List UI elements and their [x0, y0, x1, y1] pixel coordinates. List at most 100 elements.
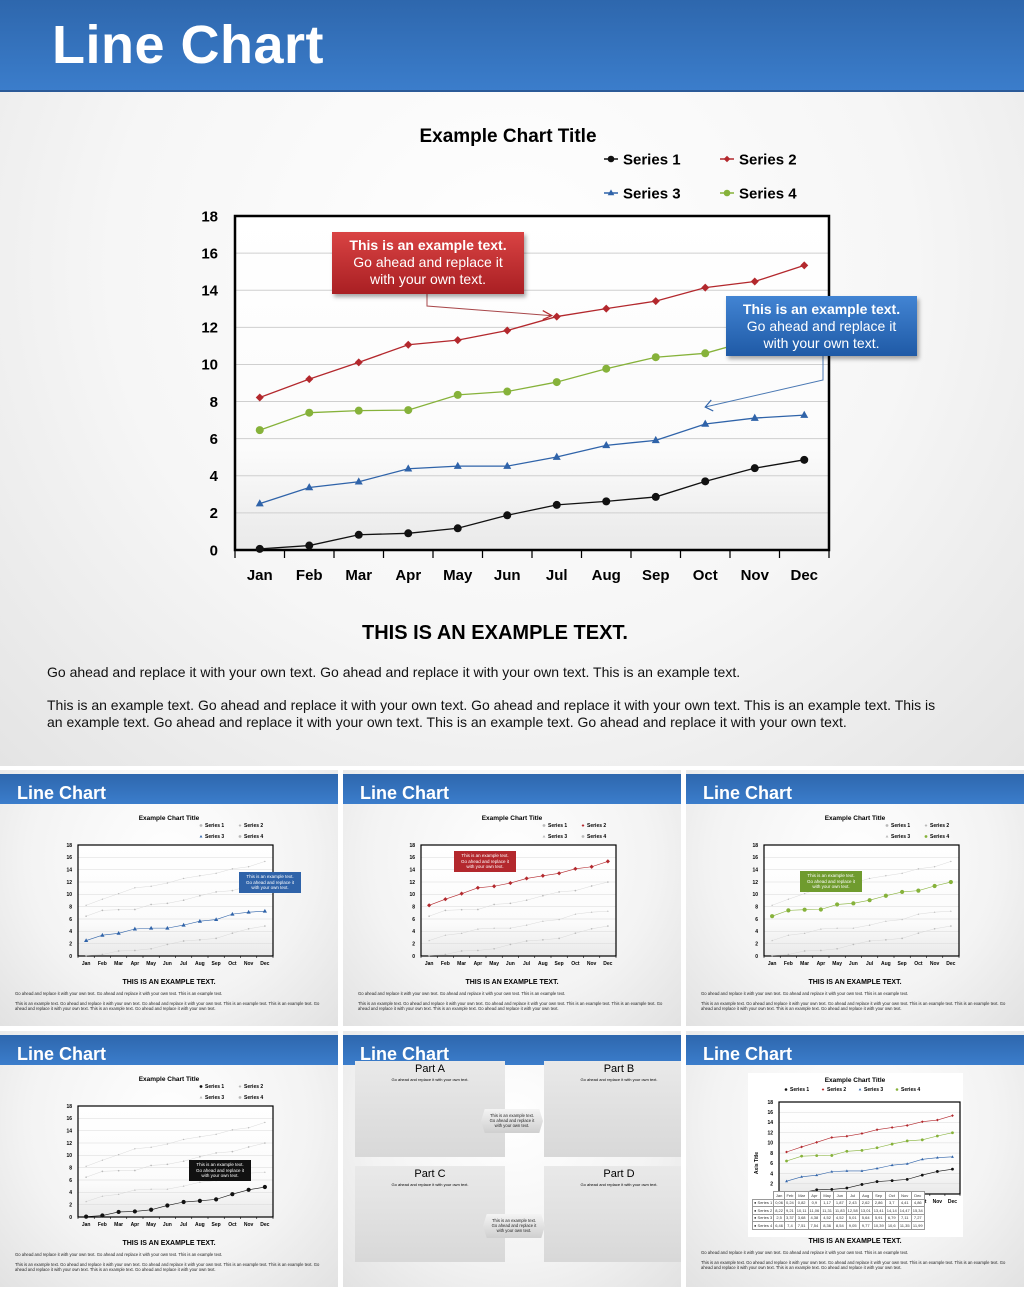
y-tick-label: 14: [409, 867, 415, 873]
series-1-point: [771, 954, 773, 957]
thumbnail-paragraph-2: This is an example text. Go ahead and re…: [358, 1001, 663, 1011]
y-tick-label: 12: [752, 880, 758, 886]
x-tick-label: Feb: [98, 1222, 107, 1228]
thumbnail-slide-1[interactable]: Line Chart Example Chart Title Series 1 Ser…: [0, 770, 338, 1026]
y-tick-label: 16: [66, 1116, 72, 1122]
part-panel-d: Part D Go ahead and replace it with your …: [544, 1166, 681, 1262]
part-subtitle: Go ahead and replace it with your own te…: [391, 1182, 469, 1187]
thumbnail-chart: Example Chart Title Series 1 Series 2 Serie…: [66, 1076, 274, 1228]
callout-blue: This is an example text. Go ahead and re…: [726, 296, 917, 356]
y-tick-label: 18: [409, 843, 415, 849]
series-4-point: [932, 883, 937, 889]
y-tick-label: 10: [66, 1153, 72, 1159]
series-1-point: [255, 544, 264, 553]
series-1-point: [602, 497, 611, 506]
series-4-point: [509, 902, 512, 905]
x-tick-label: Jun: [494, 567, 521, 584]
data-table-cell: 13,41: [871, 1206, 886, 1215]
legend-label: Series 4: [739, 186, 797, 203]
series-1-point: [542, 939, 544, 941]
series-4-point: [590, 885, 593, 887]
data-table-corner: [752, 1191, 774, 1199]
thumbnail-paragraph-2: This is an example text. Go ahead and re…: [15, 1262, 320, 1272]
y-tick-label: 2: [69, 941, 72, 947]
series-4-point: [802, 907, 807, 912]
data-table-cell: 14,47: [897, 1206, 912, 1215]
series-1-point: [651, 492, 660, 501]
y-tick-label: 0: [69, 954, 72, 960]
series-4-point: [800, 1154, 804, 1158]
data-table-cell: 9,77: [858, 1221, 873, 1230]
thumbnail-legend-label: Series 4: [930, 834, 949, 840]
series-1-point: [933, 927, 936, 930]
y-tick-label: 10: [409, 892, 415, 898]
callout-red-line2: Go ahead and replace it: [353, 254, 503, 270]
part-label: Part B: [603, 1063, 635, 1075]
series-1-point: [607, 925, 609, 927]
series-4-point: [651, 353, 660, 362]
legend-item-1: Series 1: [604, 152, 681, 169]
series-1-point: [836, 947, 838, 950]
series-4-point: [182, 899, 185, 902]
thumbnail-slide-4[interactable]: Line Chart Example Chart Title Series 1 Ser…: [0, 1031, 338, 1287]
series-4-point: [607, 881, 609, 883]
x-tick-label: Aug: [538, 961, 548, 967]
data-table-cell: 4,41: [897, 1198, 912, 1207]
y-tick-label: 8: [210, 394, 218, 411]
thumbnail-paragraph-2: This is an example text. Go ahead and re…: [701, 1001, 1006, 1011]
thumbnail-callout-line: This is an example text.: [246, 874, 294, 879]
data-table-cell: 11,31: [820, 1206, 834, 1215]
data-table-cell: 8,22: [773, 1206, 785, 1215]
series-1-point: [852, 943, 855, 946]
series-4-point: [835, 902, 840, 907]
series-4-point: [231, 889, 234, 892]
x-tick-label: Feb: [441, 961, 450, 967]
x-tick-label: Apr: [474, 961, 483, 967]
part-panel-a: Part A Go ahead and replace it with your …: [355, 1061, 505, 1157]
y-tick-label: 8: [755, 904, 758, 910]
y-tick-label: 12: [767, 1130, 773, 1136]
series-1-point: [803, 950, 806, 952]
x-tick-label: Nov: [933, 1199, 943, 1205]
thumbnail-heading: THIS IS AN EXAMPLE TEXT.: [465, 979, 559, 986]
legend-marker: [607, 155, 615, 163]
x-tick-label: Jan: [82, 1222, 91, 1228]
thumbnail-slide-3[interactable]: Line Chart Example Chart Title Series 1 Ser…: [686, 770, 1024, 1026]
y-tick-label: 12: [66, 1141, 72, 1147]
series-4-point: [830, 1154, 834, 1157]
thumbnail-legend-marker: [199, 834, 203, 838]
data-table-cell: 15,34: [910, 1206, 925, 1215]
series-1-point: [100, 1213, 105, 1218]
y-tick-label: 6: [69, 917, 72, 923]
y-tick-label: 16: [66, 855, 72, 861]
series-1-point: [750, 464, 759, 473]
thumbnail-slide-6[interactable]: Line Chart Example Chart Title Series 1 Ser…: [686, 1031, 1024, 1287]
series-1-point: [935, 1170, 939, 1173]
chart-title: Example Chart Title: [419, 126, 596, 147]
series-4-point: [101, 909, 104, 912]
thumbnail-slide-2[interactable]: Line Chart Example Chart Title Series 1 Ser…: [343, 770, 681, 1026]
series-4-point: [525, 899, 528, 902]
x-tick-label: Jun: [849, 961, 858, 967]
data-table-cell: 10,6: [884, 1221, 899, 1230]
series-4-point: [166, 902, 169, 905]
x-tick-label: Apr: [395, 567, 421, 584]
series-1-point: [951, 1167, 954, 1171]
series-1-point: [132, 1209, 137, 1214]
series-4-point: [166, 1163, 169, 1166]
y-tick-label: 18: [66, 1104, 72, 1110]
axis-title: Axis Title: [754, 1152, 760, 1174]
data-table-cell: 7,27: [910, 1213, 925, 1222]
x-tick-label: May: [146, 1222, 156, 1228]
thumbnail-paragraph-1: Go ahead and replace it with your own te…: [15, 991, 223, 996]
series-1-point: [199, 939, 201, 941]
y-tick-label: 2: [755, 941, 758, 947]
series-1-point: [149, 1207, 154, 1212]
x-tick-label: Dec: [603, 961, 612, 967]
thumbnail-legend-marker: [238, 824, 242, 827]
series-4-point: [558, 891, 560, 893]
series-1-point: [868, 940, 871, 942]
thumbnail-slide-5[interactable]: Line Chart024681012141618JanFebMarAprMay…: [343, 1031, 681, 1287]
data-table-cell: 5,91: [871, 1213, 886, 1222]
x-tick-label: Dec: [260, 961, 269, 967]
